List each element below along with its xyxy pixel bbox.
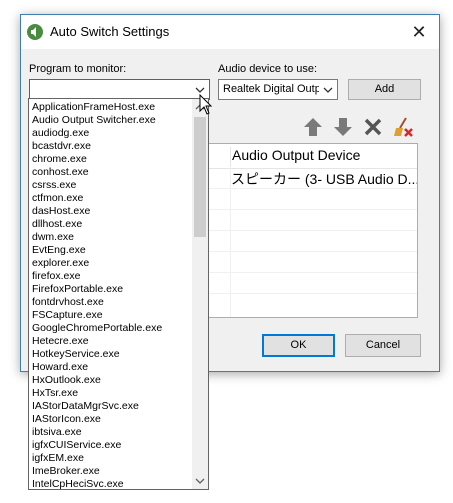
program-combo[interactable] xyxy=(29,79,210,100)
dropdown-item[interactable]: EvtEng.exe xyxy=(32,244,86,257)
ok-button[interactable]: OK xyxy=(262,334,335,357)
list-header: Audio Output Device xyxy=(209,144,417,169)
audio-device-combo-value: Realtek Digital Output xyxy=(223,83,319,95)
list-empty-row xyxy=(209,231,417,252)
dropdown-item[interactable]: dwm.exe xyxy=(32,231,74,244)
list-empty-row xyxy=(209,273,417,294)
dropdown-item[interactable]: explorer.exe xyxy=(32,257,89,270)
dropdown-item[interactable]: IAStorIcon.exe xyxy=(32,413,101,426)
dropdown-item[interactable]: ctfmon.exe xyxy=(32,192,83,205)
dropdown-item[interactable]: Howard.exe xyxy=(32,361,88,374)
audio-device-list[interactable]: Audio Output Device スピーカー (3- USB Audio … xyxy=(208,143,418,318)
list-empty-row xyxy=(209,210,417,231)
dropdown-scrollbar[interactable] xyxy=(192,99,208,489)
mouse-cursor-icon xyxy=(199,94,213,115)
list-item[interactable]: スピーカー (3- USB Audio D... xyxy=(209,168,417,189)
scroll-down-icon[interactable] xyxy=(192,473,208,489)
move-up-icon[interactable] xyxy=(302,116,324,138)
program-label: Program to monitor: xyxy=(29,63,127,75)
dropdown-item[interactable]: ImeBroker.exe xyxy=(32,465,100,478)
clear-all-icon[interactable] xyxy=(392,116,414,138)
dropdown-item[interactable]: IAStorDataMgrSvc.exe xyxy=(32,400,139,413)
chevron-down-icon[interactable] xyxy=(322,84,334,96)
dropdown-item[interactable]: GoogleChromePortable.exe xyxy=(32,322,162,335)
dropdown-item[interactable]: HxOutlook.exe xyxy=(32,374,101,387)
dropdown-item[interactable]: HxTsr.exe xyxy=(32,387,78,400)
dropdown-item[interactable]: chrome.exe xyxy=(32,153,87,166)
delete-icon[interactable] xyxy=(362,116,384,138)
dropdown-item[interactable]: conhost.exe xyxy=(32,166,89,179)
dropdown-item[interactable]: csrss.exe xyxy=(32,179,76,192)
dropdown-item[interactable]: Hetecre.exe xyxy=(32,335,89,348)
dropdown-item[interactable]: IntelCpHeciSvc.exe xyxy=(32,478,124,489)
dropdown-item[interactable]: audiodg.exe xyxy=(32,127,89,140)
dropdown-item[interactable]: bcastdvr.exe xyxy=(32,140,91,153)
dropdown-item[interactable]: igfxCUIService.exe xyxy=(32,439,121,452)
dropdown-item[interactable]: ApplicationFrameHost.exe xyxy=(32,101,155,114)
dropdown-item[interactable]: firefox.exe xyxy=(32,270,80,283)
dropdown-item[interactable]: Audio Output Switcher.exe xyxy=(32,114,156,127)
list-item-device: スピーカー (3- USB Audio D... xyxy=(231,171,418,187)
dropdown-item[interactable]: ibtsiva.exe xyxy=(32,426,82,439)
audio-device-combo[interactable]: Realtek Digital Output xyxy=(218,79,338,100)
title-bar[interactable]: Auto Switch Settings ✕ xyxy=(21,15,439,49)
program-dropdown-list[interactable]: ApplicationFrameHost.exe Audio Output Swi… xyxy=(28,98,209,490)
dropdown-item[interactable]: fontdrvhost.exe xyxy=(32,296,104,309)
column-header-audio-output-device[interactable]: Audio Output Device xyxy=(230,147,360,167)
dropdown-item[interactable]: dasHost.exe xyxy=(32,205,90,218)
speaker-app-icon xyxy=(27,24,43,40)
dropdown-item[interactable]: igfxEM.exe xyxy=(32,452,84,465)
dropdown-item[interactable]: dllhost.exe xyxy=(32,218,82,231)
scroll-thumb[interactable] xyxy=(194,117,206,237)
cancel-button[interactable]: Cancel xyxy=(345,334,421,357)
list-empty-row xyxy=(209,252,417,273)
dropdown-item[interactable]: FirefoxPortable.exe xyxy=(32,283,123,296)
audio-device-label: Audio device to use: xyxy=(218,63,318,75)
move-down-icon[interactable] xyxy=(332,116,354,138)
dropdown-item[interactable]: HotkeyService.exe xyxy=(32,348,120,361)
window-title: Auto Switch Settings xyxy=(50,24,170,39)
close-button[interactable]: ✕ xyxy=(399,15,439,49)
add-button[interactable]: Add xyxy=(348,79,421,100)
list-empty-row xyxy=(209,189,417,210)
dropdown-item[interactable]: FSCapture.exe xyxy=(32,309,103,322)
